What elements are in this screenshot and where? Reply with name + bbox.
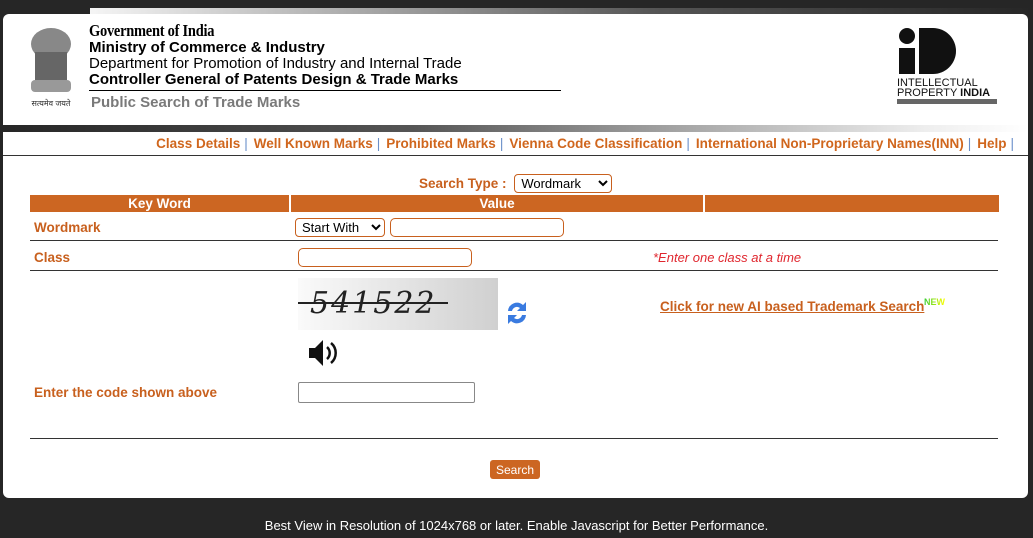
nav-prohibited-marks[interactable]: Prohibited Marks bbox=[386, 136, 496, 151]
nav-separator: | bbox=[244, 136, 248, 151]
wordmark-input[interactable] bbox=[390, 218, 564, 237]
match-type-select[interactable]: Start With bbox=[295, 218, 385, 237]
wordmark-label: Wordmark bbox=[34, 220, 101, 235]
nav-vienna-code[interactable]: Vienna Code Classification bbox=[509, 136, 682, 151]
ip-india-logo-icon: INTELLECTUAL PROPERTY INDIA bbox=[897, 28, 997, 104]
header-divider bbox=[89, 90, 561, 91]
row-divider bbox=[30, 240, 998, 241]
header-band bbox=[3, 125, 1028, 132]
nav-separator: | bbox=[376, 136, 381, 151]
header-keyword: Key Word bbox=[30, 195, 289, 212]
page-title: Public Search of Trade Marks bbox=[91, 94, 301, 111]
search-type-select[interactable]: Wordmark bbox=[514, 174, 613, 193]
refresh-captcha-icon[interactable] bbox=[504, 299, 530, 327]
header-text: Government of India Ministry of Commerce… bbox=[89, 22, 561, 111]
header-blank bbox=[705, 195, 999, 212]
svg-text:PROPERTY INDIA: PROPERTY INDIA bbox=[897, 87, 990, 99]
svg-text:सत्यमेव जयते: सत्यमेव जयते bbox=[32, 98, 71, 108]
footer-text: Best View in Resolution of 1024x768 or l… bbox=[264, 518, 769, 533]
nav-well-known-marks[interactable]: Well Known Marks bbox=[254, 136, 373, 151]
class-input[interactable] bbox=[298, 248, 472, 267]
search-type-label: Search Type : bbox=[419, 176, 507, 191]
row-divider bbox=[30, 270, 998, 271]
nav-separator: | bbox=[686, 136, 690, 151]
gov-title: Government of India bbox=[89, 21, 215, 40]
audio-captcha-icon[interactable] bbox=[307, 338, 339, 368]
ministry-title: Ministry of Commerce & Industry bbox=[89, 39, 325, 56]
nav-divider bbox=[3, 155, 1028, 156]
nav-inn[interactable]: International Non-Proprietary Names(INN) bbox=[696, 136, 964, 151]
form-divider bbox=[30, 438, 998, 439]
national-emblem-icon: सत्यमेव जयते bbox=[31, 28, 71, 108]
nav-separator: | bbox=[1010, 136, 1014, 151]
nav-help[interactable]: Help bbox=[977, 136, 1006, 151]
nav-class-details[interactable]: Class Details bbox=[156, 136, 240, 151]
captcha-input[interactable] bbox=[298, 382, 475, 403]
nav-separator: | bbox=[967, 136, 972, 151]
nav-separator: | bbox=[499, 136, 504, 151]
new-badge: NEW bbox=[924, 297, 945, 307]
top-nav: Class Details | Well Known Marks | Prohibite… bbox=[156, 136, 1020, 151]
search-button[interactable]: Search bbox=[490, 460, 541, 479]
controller-title: Controller General of Patents Design & T… bbox=[89, 71, 459, 88]
search-type-row: Search Type : Wordmark bbox=[419, 174, 613, 193]
ai-search-link[interactable]: Click for new AI based Trademark Search bbox=[660, 299, 924, 314]
department-title: Department for Promotion of Industry and… bbox=[89, 55, 462, 72]
main-panel: सत्यमेव जयते Government of India Ministr… bbox=[3, 14, 1028, 498]
class-label: Class bbox=[34, 250, 71, 265]
captcha-code-label: Enter the code shown above bbox=[34, 385, 218, 400]
class-hint: *Enter one class at a time bbox=[653, 250, 802, 265]
captcha-image: 541522 bbox=[298, 278, 498, 330]
header-value: Value bbox=[291, 195, 703, 212]
